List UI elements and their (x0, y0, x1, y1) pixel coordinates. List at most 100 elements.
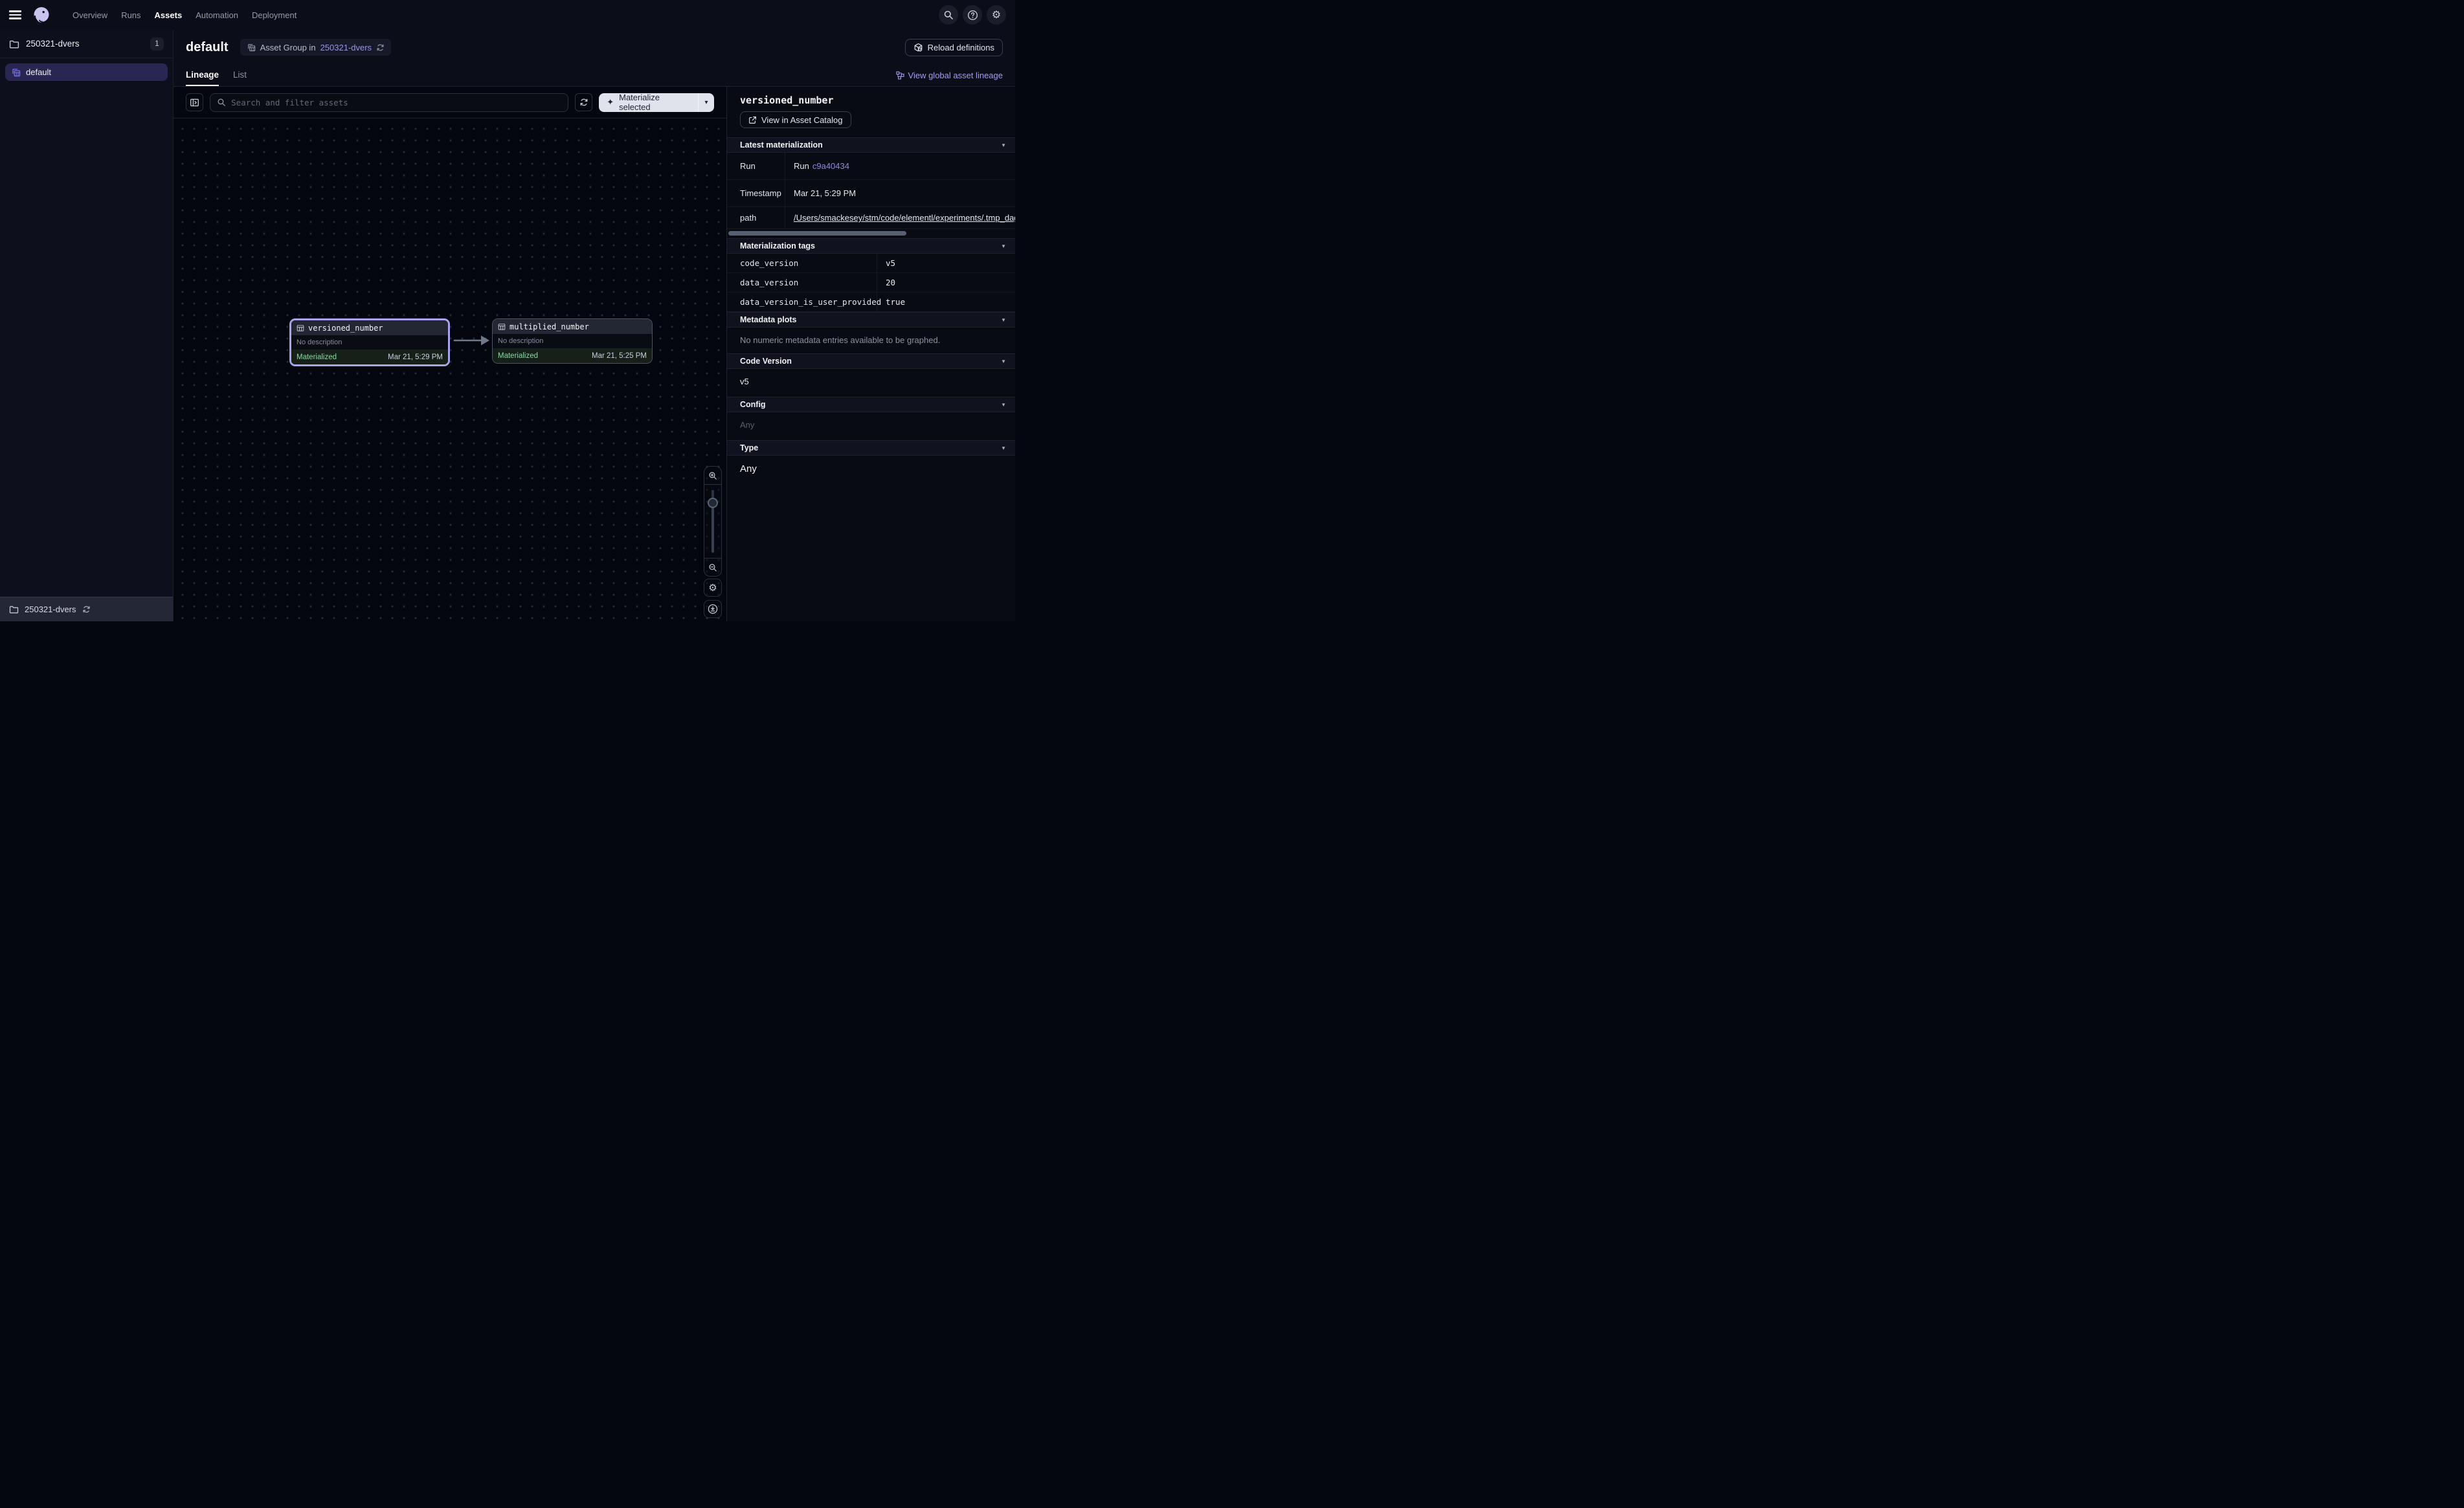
code-location-footer[interactable]: 250321-dvers (0, 597, 173, 621)
asset-node-header: multiplied_number (493, 319, 652, 334)
asset-search-box (210, 93, 568, 112)
lineage-canvas[interactable]: versioned_number No description Material… (174, 118, 726, 621)
refresh-icon[interactable] (82, 605, 91, 614)
search-icon (217, 98, 226, 107)
table-row: data_version 20 (727, 273, 1015, 293)
asset-search-input[interactable] (231, 98, 561, 107)
badge-prefix: Asset Group in (260, 43, 316, 52)
asset-node-description: No description (291, 335, 448, 349)
nav-item-deployment[interactable]: Deployment (252, 10, 297, 20)
run-value-prefix: Run (794, 161, 809, 171)
gear-icon: ⚙ (708, 582, 717, 593)
chevron-down-icon: ▼ (1001, 243, 1006, 249)
chevron-down-icon: ▼ (1001, 142, 1006, 148)
section-title: Type (740, 443, 758, 452)
zoom-slider[interactable] (704, 484, 721, 559)
zoom-out-button[interactable] (704, 559, 721, 576)
chevron-down-icon: ▼ (1001, 445, 1006, 451)
primary-nav: Overview Runs Assets Automation Deployme… (73, 10, 297, 20)
download-graph-button[interactable] (704, 600, 722, 618)
table-icon (297, 324, 304, 332)
graph-toolbar: ✦ Materialize selected ▾ (174, 87, 726, 118)
nav-item-automation[interactable]: Automation (196, 10, 238, 20)
dagster-logo[interactable] (32, 6, 50, 25)
table-row: Run Run c9a40434 (727, 153, 1015, 180)
materialize-dropdown-caret[interactable]: ▾ (698, 93, 714, 112)
tab-list[interactable]: List (233, 65, 247, 86)
config-value: Any (727, 412, 1015, 440)
asset-node-status-bar: Materialized Mar 21, 5:29 PM (291, 349, 448, 364)
sidebar-group-label: 250321-dvers (26, 39, 80, 49)
sidebar-item-default[interactable]: default (5, 63, 168, 81)
help-button[interactable] (963, 5, 982, 25)
tabs-row: Lineage List View global asset lineage (174, 65, 1015, 87)
download-icon (708, 604, 718, 614)
hamburger-menu-icon[interactable] (9, 10, 21, 19)
asset-node-description: No description (493, 334, 652, 348)
tab-lineage[interactable]: Lineage (186, 65, 219, 86)
section-title: Latest materialization (740, 140, 823, 150)
section-code-version[interactable]: Code Version ▼ (727, 353, 1015, 369)
section-materialization-tags[interactable]: Materialization tags ▼ (727, 238, 1015, 254)
tag-value: 20 (877, 273, 1015, 292)
section-title: Metadata plots (740, 315, 797, 324)
zoom-out-icon (708, 563, 717, 572)
view-global-asset-lineage-link[interactable]: View global asset lineage (896, 65, 1003, 86)
row-label: Run (727, 153, 785, 179)
row-label: Timestamp (727, 180, 785, 206)
badge-group-link[interactable]: 250321-dvers (320, 43, 372, 52)
sidebar-item-label: default (26, 67, 51, 77)
nav-item-assets[interactable]: Assets (155, 10, 183, 20)
sidebar-group-row[interactable]: 250321-dvers 1 (0, 30, 173, 58)
expand-sidebar-button[interactable] (186, 93, 203, 111)
search-button[interactable] (939, 5, 958, 25)
graph-settings-button[interactable]: ⚙ (704, 579, 722, 597)
materialized-timestamp: Mar 21, 5:29 PM (388, 353, 443, 361)
asset-node-versioned-number[interactable]: versioned_number No description Material… (289, 318, 450, 366)
tag-key: data_version (727, 273, 877, 292)
lineage-graph-icon (896, 71, 904, 80)
zoom-in-icon (708, 471, 717, 480)
section-latest-materialization[interactable]: Latest materialization ▼ (727, 137, 1015, 153)
metadata-plots-empty-message: No numeric metadata entries available to… (727, 327, 1015, 353)
lineage-edge-arrow (453, 331, 491, 350)
reload-definitions-label: Reload definitions (928, 43, 994, 52)
section-type[interactable]: Type ▼ (727, 440, 1015, 456)
refresh-icon (579, 98, 588, 107)
nav-item-overview[interactable]: Overview (73, 10, 107, 20)
section-title: Materialization tags (740, 241, 815, 250)
horizontal-scrollbar[interactable] (728, 231, 906, 236)
asset-node-name: multiplied_number (510, 322, 589, 331)
view-in-asset-catalog-button[interactable]: View in Asset Catalog (740, 111, 851, 128)
view-in-asset-catalog-label: View in Asset Catalog (761, 115, 843, 125)
tag-value: true (877, 293, 1015, 311)
page-title: default (186, 40, 229, 55)
type-value: Any (727, 456, 1015, 483)
refresh-graph-button[interactable] (575, 93, 592, 111)
refresh-icon[interactable] (376, 43, 385, 52)
table-row: data_version_is_user_provided true (727, 293, 1015, 312)
tag-value: v5 (877, 254, 1015, 272)
settings-button[interactable]: ⚙ (987, 5, 1006, 25)
nav-item-runs[interactable]: Runs (121, 10, 140, 20)
section-config[interactable]: Config ▼ (727, 397, 1015, 412)
run-id-link[interactable]: c9a40434 (812, 161, 849, 171)
asset-details-panel: versioned_number View in Asset Catalog L… (726, 87, 1015, 621)
reload-definitions-button[interactable]: Reload definitions (905, 39, 1003, 56)
section-metadata-plots[interactable]: Metadata plots ▼ (727, 312, 1015, 327)
nav-actions: ⚙ (939, 5, 1006, 25)
asset-group-icon (247, 43, 256, 52)
external-link-icon (748, 116, 757, 124)
table-row: Timestamp Mar 21, 5:29 PM (727, 180, 1015, 207)
asset-node-multiplied-number[interactable]: multiplied_number No description Materia… (492, 318, 653, 364)
asset-group-icon (11, 67, 21, 77)
asset-group-badge: Asset Group in 250321-dvers (240, 39, 392, 56)
zoom-in-button[interactable] (704, 467, 721, 484)
path-link[interactable]: /Users/smackesey/stm/code/elementl/exper… (794, 213, 1015, 223)
section-title: Config (740, 400, 766, 409)
folder-icon (9, 604, 19, 614)
zoom-slider-thumb[interactable] (708, 498, 718, 508)
materialized-status: Materialized (297, 353, 337, 361)
materialize-selected-button[interactable]: ✦ Materialize selected ▾ (599, 93, 714, 112)
materialized-timestamp: Mar 21, 5:25 PM (592, 352, 647, 360)
